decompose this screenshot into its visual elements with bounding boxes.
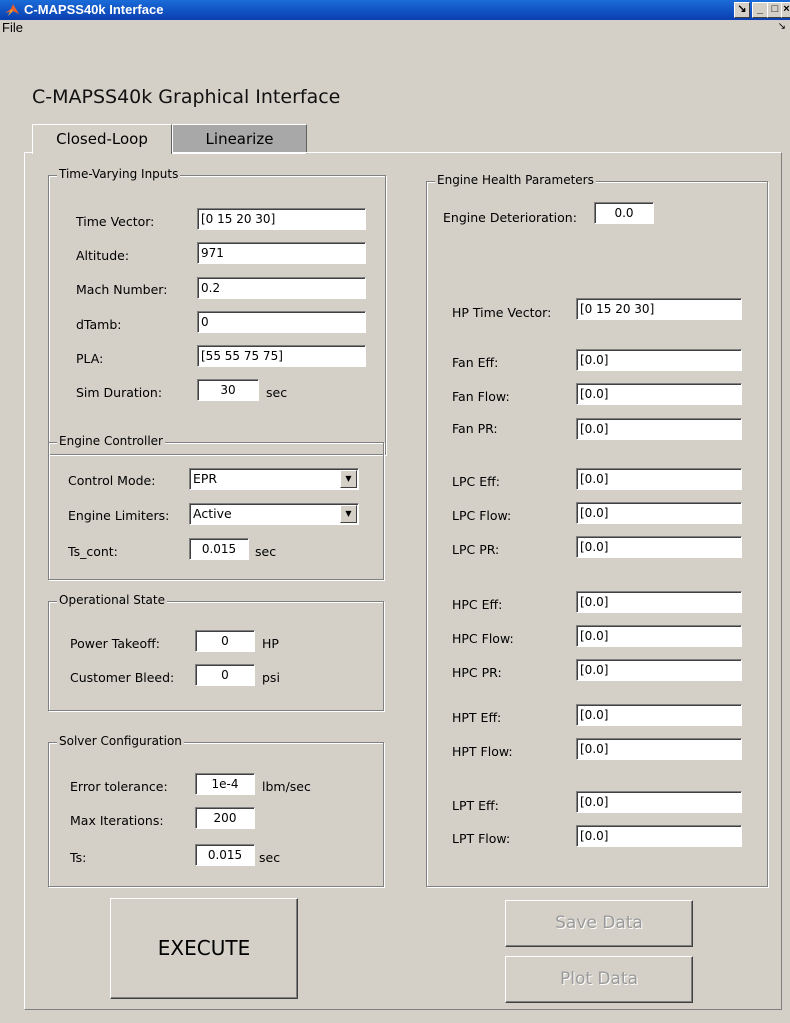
pla-label: PLA: [76, 351, 104, 366]
lpc-eff-input[interactable]: [0.0] [576, 468, 742, 490]
max-iterations-label: Max Iterations: [70, 813, 164, 828]
menu-file[interactable]: File [2, 20, 23, 35]
power-takeoff-label: Power Takeoff: [70, 636, 160, 651]
group-title: Operational State [57, 593, 167, 607]
customer-bleed-label: Customer Bleed: [70, 670, 175, 685]
engine-health-group: Engine Health Parameters [426, 173, 768, 887]
tab-linearize[interactable]: Linearize [172, 124, 307, 154]
chevron-down-icon[interactable]: ▼ [340, 470, 357, 488]
dock-arrow-icon[interactable]: ↘ [778, 21, 786, 32]
close-button[interactable]: × [781, 2, 790, 18]
fan-eff-input[interactable]: [0.0] [576, 349, 742, 371]
customer-bleed-unit: psi [262, 670, 280, 685]
hpt-eff-label: HPT Eff: [452, 710, 502, 725]
group-title: Engine Controller [57, 434, 165, 448]
power-takeoff-unit: HP [262, 636, 279, 651]
engine-limiters-value: Active [193, 506, 232, 521]
altitude-input[interactable]: 971 [197, 242, 366, 264]
engine-limiters-label: Engine Limiters: [68, 508, 170, 523]
dock-button[interactable]: ↘ [734, 2, 750, 18]
hpc-eff-label: HPC Eff: [452, 597, 503, 612]
hpt-flow-label: HPT Flow: [452, 744, 513, 759]
chevron-down-icon[interactable]: ▼ [340, 505, 357, 523]
title-bar: C-MAPSS40k Interface ↘ _ □ × [0, 0, 790, 20]
ts-unit: sec [259, 850, 281, 865]
fan-flow-label: Fan Flow: [452, 389, 510, 404]
error-tolerance-label: Error tolerance: [70, 779, 168, 794]
sim-duration-input[interactable]: 30 [197, 379, 259, 401]
lpc-eff-label: LPC Eff: [452, 474, 500, 489]
hp-time-vector-input[interactable]: [0 15 20 30] [576, 298, 742, 320]
pla-input[interactable]: [55 55 75 75] [197, 345, 366, 367]
lpc-flow-label: LPC Flow: [452, 508, 512, 523]
plot-data-button[interactable]: Plot Data [505, 956, 693, 1003]
hpc-pr-label: HPC PR: [452, 665, 502, 680]
page-title: C-MAPSS40k Graphical Interface [32, 86, 341, 108]
control-mode-label: Control Mode: [68, 473, 156, 488]
sim-duration-label: Sim Duration: [76, 385, 163, 400]
error-tolerance-unit: lbm/sec [262, 779, 311, 794]
max-iterations-input[interactable]: 200 [195, 807, 255, 829]
fan-flow-input[interactable]: [0.0] [576, 383, 742, 405]
matlab-icon [5, 4, 19, 16]
group-title: Solver Configuration [57, 734, 184, 748]
tab-closed-loop[interactable]: Closed-Loop [32, 124, 172, 154]
mach-number-label: Mach Number: [76, 282, 168, 297]
lpt-eff-input[interactable]: [0.0] [576, 791, 742, 813]
altitude-label: Altitude: [76, 248, 130, 263]
execute-button[interactable]: EXECUTE [110, 898, 298, 999]
operational-state-group: Operational State [48, 593, 384, 711]
hpc-flow-input[interactable]: [0.0] [576, 625, 742, 647]
customer-bleed-input[interactable]: 0 [195, 664, 255, 686]
hpc-eff-input[interactable]: [0.0] [576, 591, 742, 613]
sim-duration-unit: sec [266, 385, 288, 400]
mach-number-input[interactable]: 0.2 [197, 277, 366, 299]
hpc-pr-input[interactable]: [0.0] [576, 659, 742, 681]
control-mode-value: EPR [193, 471, 218, 486]
hpt-eff-input[interactable]: [0.0] [576, 704, 742, 726]
group-title: Engine Health Parameters [435, 173, 596, 187]
ts-cont-input[interactable]: 0.015 [189, 538, 249, 560]
time-vector-label: Time Vector: [76, 214, 155, 229]
ts-input[interactable]: 0.015 [195, 844, 255, 866]
time-vector-input[interactable]: [0 15 20 30] [197, 208, 366, 230]
error-tolerance-input[interactable]: 1e-4 [195, 773, 255, 795]
hpt-flow-input[interactable]: [0.0] [576, 738, 742, 760]
ts-label: Ts: [70, 850, 87, 865]
window-title: C-MAPSS40k Interface [24, 2, 164, 17]
hp-time-vector-label: HP Time Vector: [452, 305, 552, 320]
menu-bar: File ↘ [0, 20, 790, 38]
dtamb-input[interactable]: 0 [197, 311, 366, 333]
engine-deterioration-label: Engine Deterioration: [443, 210, 577, 225]
control-mode-select[interactable]: EPR ▼ [189, 468, 359, 490]
lpc-flow-input[interactable]: [0.0] [576, 502, 742, 524]
engine-deterioration-input[interactable]: 0.0 [594, 202, 654, 224]
dtamb-label: dTamb: [76, 317, 122, 332]
lpc-pr-label: LPC PR: [452, 542, 500, 557]
lpc-pr-input[interactable]: [0.0] [576, 536, 742, 558]
lpt-flow-label: LPT Flow: [452, 831, 511, 846]
fan-pr-label: Fan PR: [452, 421, 498, 436]
power-takeoff-input[interactable]: 0 [195, 630, 255, 652]
lpt-eff-label: LPT Eff: [452, 798, 499, 813]
save-data-button[interactable]: Save Data [505, 900, 693, 947]
hpc-flow-label: HPC Flow: [452, 631, 514, 646]
lpt-flow-input[interactable]: [0.0] [576, 825, 742, 847]
ts-cont-unit: sec [255, 544, 277, 559]
ts-cont-label: Ts_cont: [68, 544, 118, 559]
fan-pr-input[interactable]: [0.0] [576, 418, 742, 440]
engine-limiters-select[interactable]: Active ▼ [189, 503, 359, 525]
fan-eff-label: Fan Eff: [452, 355, 499, 370]
minimize-button[interactable]: _ [752, 2, 768, 18]
group-title: Time-Varying Inputs [57, 167, 181, 181]
